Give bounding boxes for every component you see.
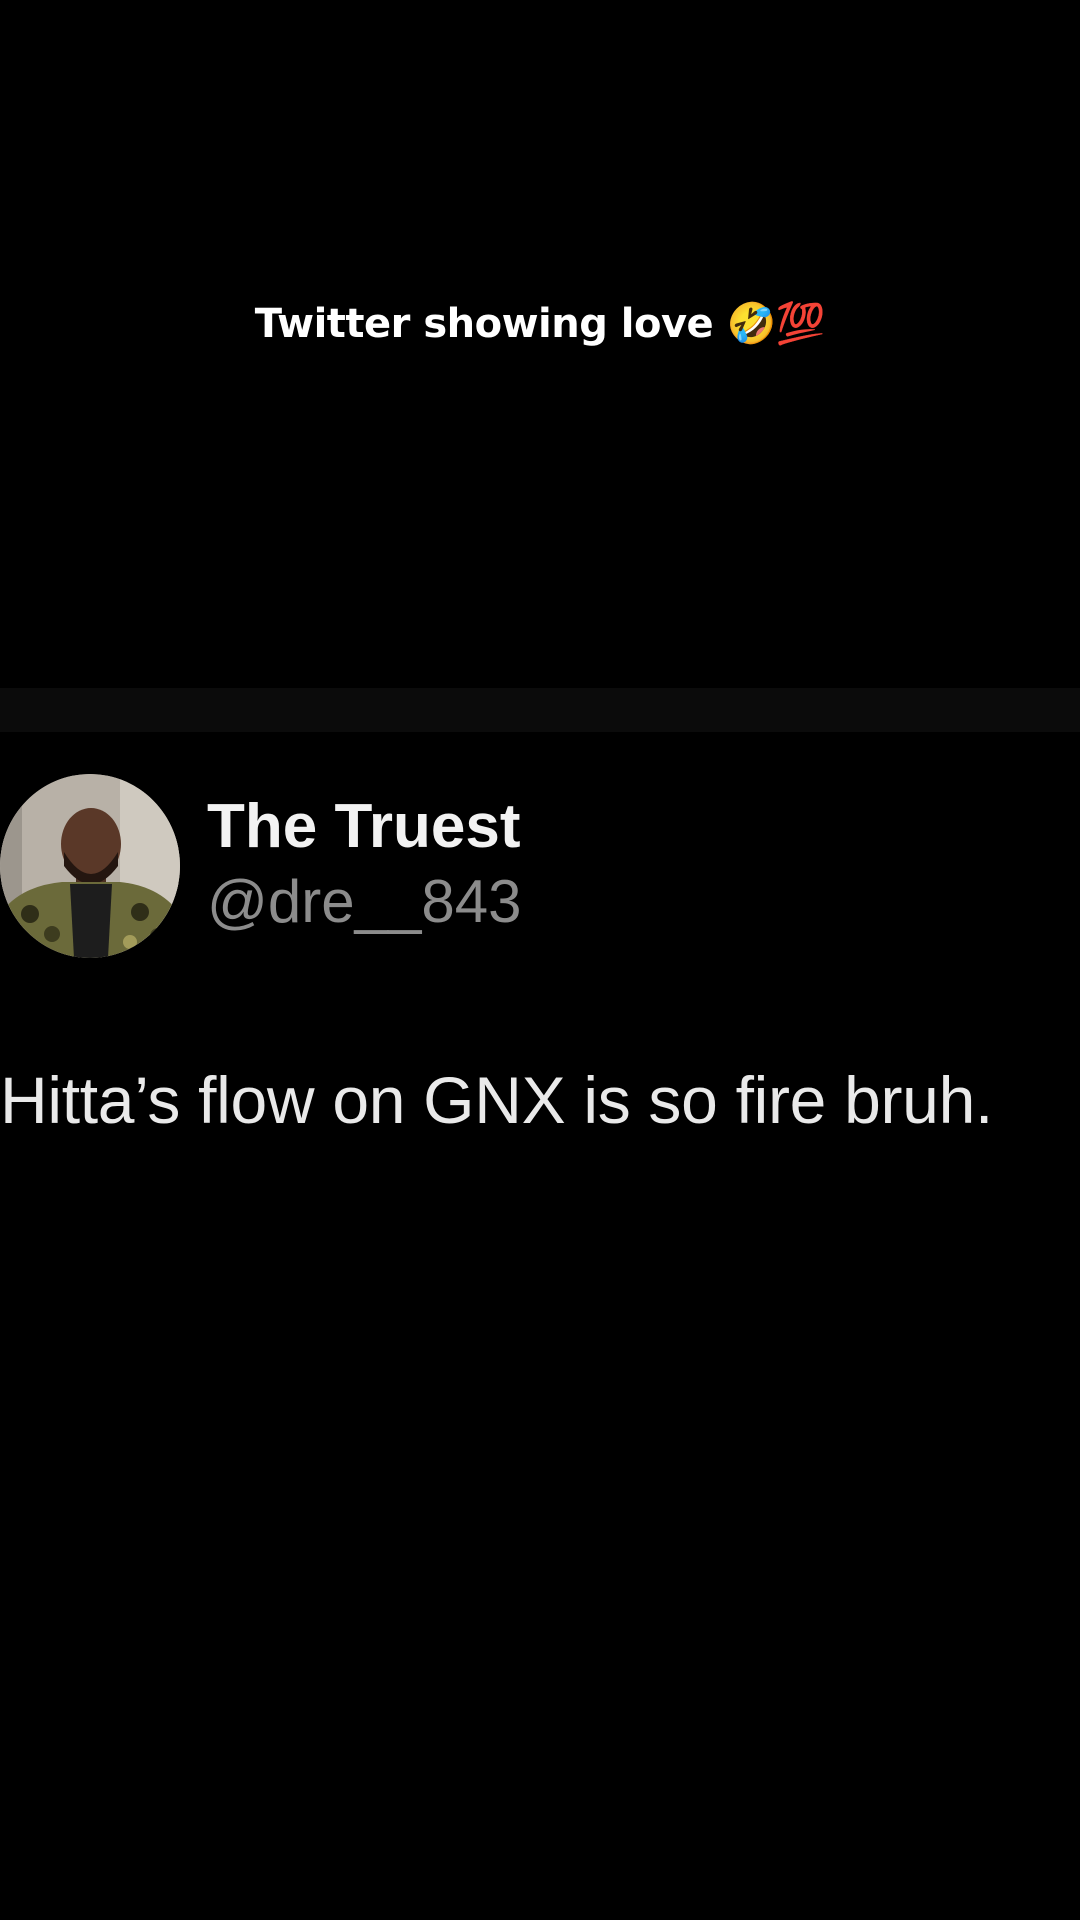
- tweet-handle[interactable]: @dre__843: [207, 866, 521, 938]
- tweet-text: Hitta’s flow on GNX is so fire bruh.: [0, 1063, 994, 1137]
- video-caption: Twitter showing love 🤣💯: [254, 301, 826, 347]
- tweet-display-name[interactable]: The Truest: [207, 791, 521, 863]
- avatar[interactable]: [0, 774, 180, 958]
- divider-band: [0, 688, 1080, 732]
- avatar-photo: [0, 774, 180, 958]
